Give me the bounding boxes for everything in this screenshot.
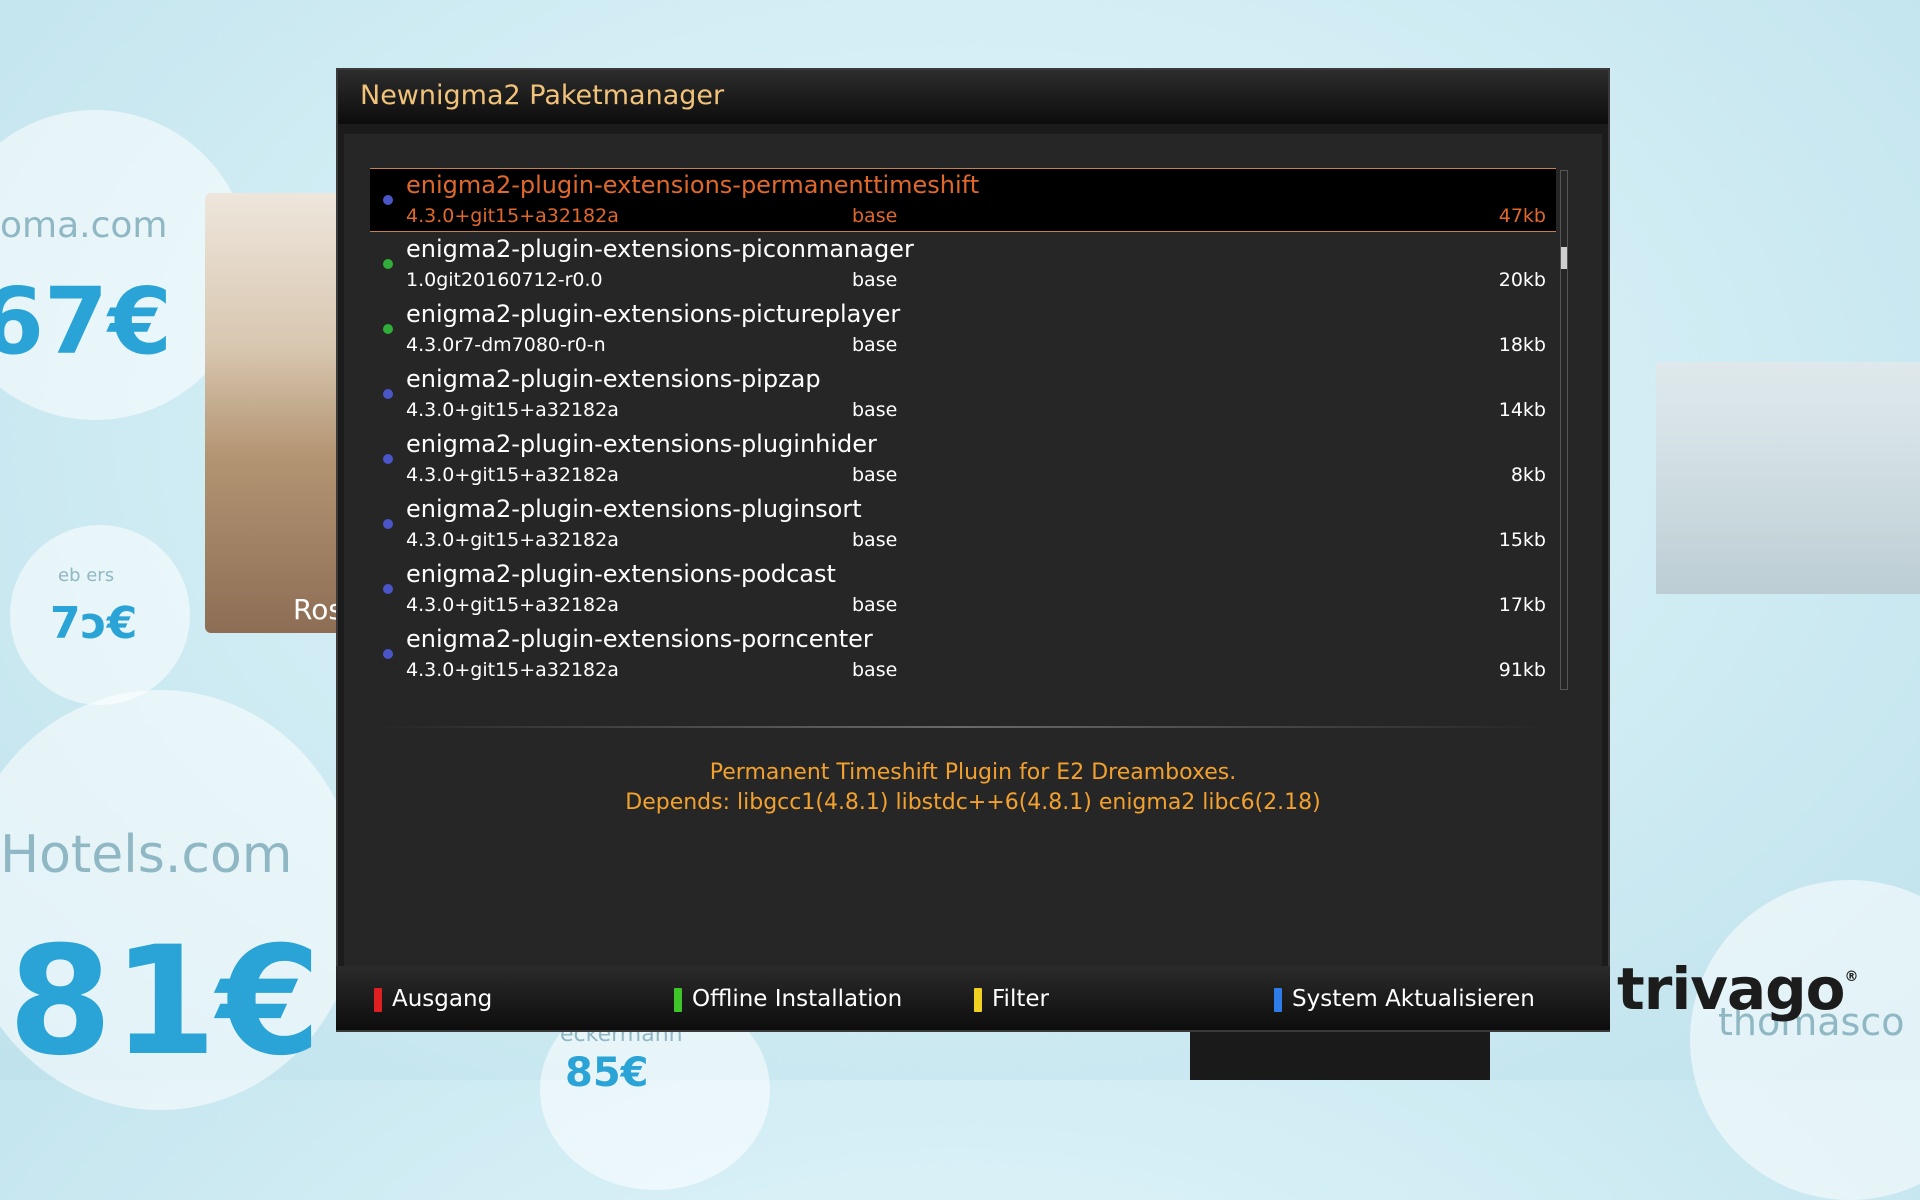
bg-price-67: 67€ <box>0 268 173 375</box>
package-name: enigma2-plugin-extensions-pluginhider <box>406 430 877 458</box>
package-section: base <box>852 529 898 551</box>
green-key-icon <box>674 988 682 1012</box>
button-label: Offline Installation <box>692 986 903 1012</box>
package-size: 15kb <box>1498 529 1546 551</box>
package-section: base <box>852 269 898 291</box>
package-size: 17kb <box>1498 594 1546 616</box>
bg-text-eb: eb ers <box>58 565 115 586</box>
title-bar: Newnigma2 Paketmanager <box>338 70 1608 124</box>
status-dot-icon <box>383 195 393 205</box>
filter-button[interactable]: Filter <box>974 966 1234 1030</box>
offline-install-button[interactable]: Offline Installation <box>674 966 934 1030</box>
package-size: 91kb <box>1498 659 1546 681</box>
status-dot-icon <box>383 519 393 529</box>
package-name: enigma2-plugin-extensions-pictureplayer <box>406 300 901 328</box>
status-dot-icon <box>383 389 393 399</box>
package-row[interactable]: enigma2-plugin-extensions-permanenttimes… <box>370 168 1556 232</box>
bg-hotel-photo-right <box>1656 362 1920 594</box>
package-name: enigma2-plugin-extensions-permanenttimes… <box>406 171 980 199</box>
package-row[interactable]: enigma2-plugin-extensions-piconmanager 1… <box>370 233 1556 297</box>
package-row[interactable]: enigma2-plugin-extensions-pictureplayer … <box>370 298 1556 362</box>
package-version: 4.3.0+git15+a32182a <box>406 205 619 227</box>
bg-text-hotels: Hotels.com <box>0 825 293 885</box>
bg-price-81: 81€ <box>8 915 322 1089</box>
button-bar: Ausgang Offline Installation Filter Syst… <box>336 966 1610 1030</box>
bg-text-oma: oma.com <box>0 205 168 246</box>
list-divider <box>372 726 1548 728</box>
package-name: enigma2-plugin-extensions-porncenter <box>406 625 873 653</box>
list-scrollbar[interactable] <box>1560 170 1568 690</box>
package-row[interactable]: enigma2-plugin-extensions-pluginsort 4.3… <box>370 493 1556 557</box>
package-description: Permanent Timeshift Plugin for E2 Dreamb… <box>709 760 1237 785</box>
status-dot-icon <box>383 454 393 464</box>
exit-button[interactable]: Ausgang <box>374 966 634 1030</box>
package-section: base <box>852 594 898 616</box>
package-version: 4.3.0+git15+a32182a <box>406 659 619 681</box>
status-dot-icon <box>383 584 393 594</box>
package-name: enigma2-plugin-extensions-piconmanager <box>406 235 914 263</box>
package-size: 14kb <box>1498 399 1546 421</box>
package-row[interactable]: enigma2-plugin-extensions-podcast 4.3.0+… <box>370 558 1556 622</box>
system-update-button[interactable]: System Aktualisieren <box>1274 966 1574 1030</box>
package-size: 18kb <box>1498 334 1546 356</box>
package-version: 4.3.0+git15+a32182a <box>406 529 619 551</box>
package-section: base <box>852 659 898 681</box>
package-section: base <box>852 334 898 356</box>
package-name: enigma2-plugin-extensions-pluginsort <box>406 495 862 523</box>
package-size: 47kb <box>1498 205 1546 227</box>
scrollbar-thumb[interactable] <box>1561 247 1567 269</box>
package-section: base <box>852 205 898 227</box>
package-dependencies: Depends: libgcc1(4.8.1) libstdc++6(4.8.1… <box>625 790 1321 815</box>
package-version: 4.3.0+git15+a32182a <box>406 594 619 616</box>
bg-price-small: 7ɔ€ <box>50 598 138 649</box>
package-size: 20kb <box>1498 269 1546 291</box>
bg-hotel-photo-left: Ros <box>205 193 345 633</box>
red-key-icon <box>374 988 382 1012</box>
package-version: 1.0git20160712-r0.0 <box>406 269 603 291</box>
bg-price-85: 85€ <box>565 1050 649 1096</box>
button-label: System Aktualisieren <box>1292 986 1535 1012</box>
status-dot-icon <box>383 324 393 334</box>
package-row[interactable]: enigma2-plugin-extensions-porncenter 4.3… <box>370 623 1556 687</box>
button-label: Ausgang <box>392 986 493 1012</box>
package-size: 8kb <box>1510 464 1546 486</box>
status-dot-icon <box>383 649 393 659</box>
package-name: enigma2-plugin-extensions-podcast <box>406 560 836 588</box>
button-label: Filter <box>992 986 1049 1012</box>
package-version: 4.3.0+git15+a32182a <box>406 399 619 421</box>
package-version: 4.3.0+git15+a32182a <box>406 464 619 486</box>
package-name: enigma2-plugin-extensions-pipzap <box>406 365 821 393</box>
yellow-key-icon <box>974 988 982 1012</box>
package-section: base <box>852 464 898 486</box>
blue-key-icon <box>1274 988 1282 1012</box>
package-version: 4.3.0r7-dm7080-r0-n <box>406 334 606 356</box>
status-dot-icon <box>383 259 393 269</box>
package-section: base <box>852 399 898 421</box>
package-row[interactable]: enigma2-plugin-extensions-pipzap 4.3.0+g… <box>370 363 1556 427</box>
package-row[interactable]: enigma2-plugin-extensions-pluginhider 4.… <box>370 428 1556 492</box>
trivago-logo: trivago® <box>1617 955 1859 1023</box>
window-title: Newnigma2 Paketmanager <box>360 80 725 111</box>
